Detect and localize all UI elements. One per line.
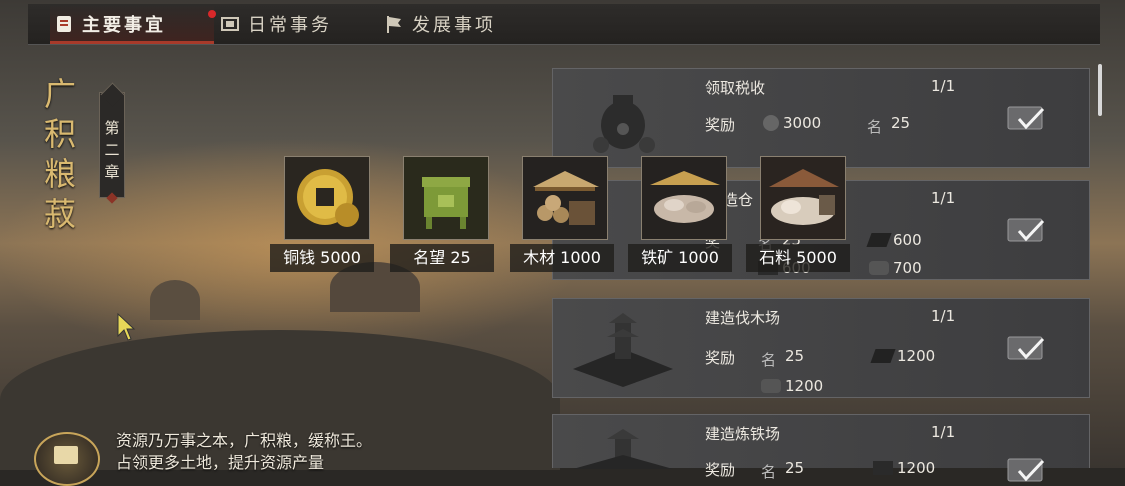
tab-main-affairs[interactable]: 主要事宜 (50, 4, 216, 44)
chapter-reward-icon[interactable] (34, 432, 100, 486)
cursor-icon (117, 312, 136, 341)
reward-item-reputation[interactable] (403, 156, 489, 240)
reward-value: 1200 (785, 377, 824, 395)
iron-icon (873, 461, 893, 475)
ledger-icon (221, 17, 239, 31)
reward-item-label: 铁矿 1000 (628, 244, 732, 272)
chapter-badge: 第二章 (99, 92, 125, 198)
reward-item-label: 铜钱 5000 (270, 244, 374, 272)
task-build-ironworks[interactable]: 建造炼铁场 1/1 奖励 名 25 1200 (552, 414, 1090, 482)
reward-stone: 1200 (761, 377, 823, 395)
reward-item-label: 名望 25 (390, 244, 494, 272)
reward-iron: 1200 (873, 459, 935, 477)
reward-item-wood[interactable] (522, 156, 608, 240)
claimed-chest-icon[interactable] (1007, 103, 1045, 133)
reward-reputation: 名 25 (867, 114, 911, 136)
reward-wood: 600 (866, 231, 922, 249)
reward-label: 奖励 (705, 349, 736, 367)
scroll-icon (57, 16, 71, 32)
reward-item-copper[interactable] (284, 156, 370, 240)
task-name: 建造炼铁场 (705, 425, 781, 443)
tab-bar: 主要事宜 日常事务 发展事项 (28, 4, 1100, 45)
reward-label: 奖励 (705, 461, 736, 479)
task-progress: 1/1 (931, 307, 956, 325)
reward-value: 25 (785, 459, 805, 477)
copper-coin-icon (285, 157, 369, 239)
task-progress: 1/1 (931, 189, 956, 207)
reputation-icon: 名 (761, 463, 777, 481)
reward-value: 600 (893, 231, 922, 249)
bronze-cauldron-icon (404, 157, 488, 239)
reward-popup: 铜钱 5000 名望 25 木材 1000 铁矿 1000 石料 5000 (270, 156, 860, 272)
wood-icon (866, 233, 892, 247)
claimed-chest-icon[interactable] (1007, 215, 1045, 245)
description-line: 占领更多土地，提升资源产量 (116, 453, 325, 472)
description-line: 资源乃万事之本，广积粮，缓称王。 (116, 431, 373, 450)
tab-development[interactable]: 发展事项 (384, 4, 534, 44)
scrollbar[interactable] (1098, 64, 1102, 116)
reward-reputation: 名 25 (761, 459, 805, 481)
reward-value: 1200 (897, 347, 936, 365)
claimed-chest-icon[interactable] (1007, 333, 1045, 363)
chapter-description: 资源乃万事之本，广积粮，缓称王。 占领更多土地，提升资源产量 (116, 430, 372, 474)
lumber-icon (523, 157, 607, 239)
reward-item-label: 石料 5000 (746, 244, 850, 272)
lumberyard-icon (573, 313, 673, 387)
chapter-badge-label: 第二章 (104, 119, 120, 181)
stone-icon (761, 379, 781, 393)
stone-icon (761, 157, 845, 239)
reward-copper: 3000 (763, 114, 821, 132)
tab-label: 主要事宜 (82, 15, 166, 36)
task-progress: 1/1 (931, 423, 956, 441)
reward-value: 3000 (783, 114, 822, 132)
claimed-chest-icon[interactable] (1007, 455, 1045, 485)
reward-item-stone[interactable] (760, 156, 846, 240)
copper-coin-icon (763, 115, 779, 131)
tab-daily-affairs[interactable]: 日常事务 (220, 4, 370, 44)
reward-wood: 1200 (870, 347, 936, 365)
chapter-title: 广积粮菽 (44, 75, 77, 233)
tab-label: 发展事项 (412, 15, 496, 36)
reward-value: 700 (893, 259, 922, 277)
reputation-icon: 名 (867, 118, 883, 136)
task-collect-taxes[interactable]: 领取税收 1/1 奖励 3000 名 25 (552, 68, 1090, 168)
task-progress: 1/1 (931, 77, 956, 95)
reward-label: 奖励 (705, 116, 736, 134)
task-name: 建造伐木场 (705, 309, 781, 327)
reward-reputation: 名 25 (761, 347, 805, 369)
task-build-lumberyard[interactable]: 建造伐木场 1/1 奖励 名 25 1200 1200 (552, 298, 1090, 398)
tab-label: 日常事务 (248, 15, 332, 36)
iron-ore-icon (642, 157, 726, 239)
stone-icon (869, 261, 889, 275)
reward-stone: 700 (869, 259, 922, 277)
reward-item-iron[interactable] (641, 156, 727, 240)
ironworks-icon (573, 429, 673, 469)
task-name: 领取税收 (705, 79, 766, 97)
reward-value: 25 (785, 347, 805, 365)
reputation-icon: 名 (761, 351, 777, 369)
reward-item-label: 木材 1000 (510, 244, 614, 272)
reward-value: 25 (891, 114, 911, 132)
notification-dot (208, 10, 216, 18)
wood-icon (870, 349, 896, 363)
money-bag-icon (593, 95, 655, 153)
reward-value: 1200 (897, 459, 936, 477)
flag-icon (387, 16, 401, 33)
